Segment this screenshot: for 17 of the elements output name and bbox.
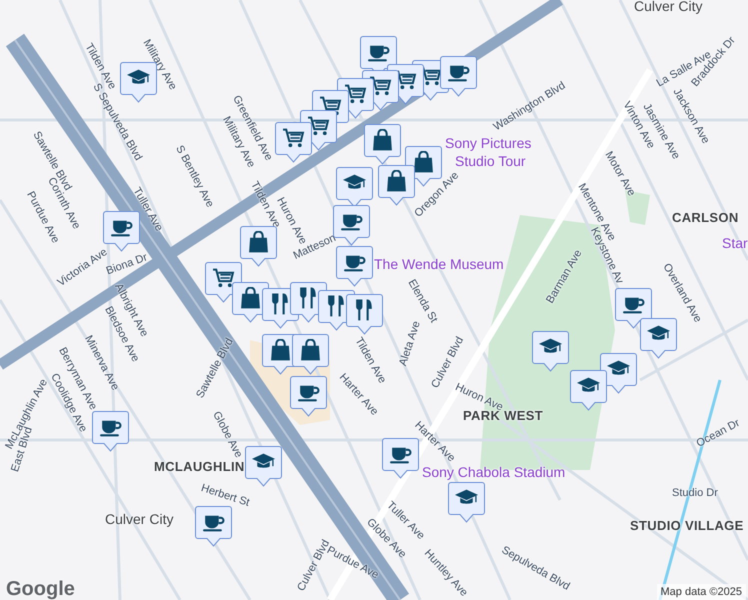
map-logo: Google (6, 577, 75, 600)
area-label: CARLSON (672, 211, 739, 224)
area-label: PARK WEST (463, 409, 543, 422)
street-label: Biona Dr (105, 252, 149, 278)
street-label: Aleta Ave (398, 320, 423, 368)
map-attribution: Map data ©2025 (656, 584, 746, 600)
landmark-label: Star (722, 236, 748, 250)
landmark-label: Sony Pictures (445, 136, 532, 150)
street-label: Globe Ave (210, 410, 244, 460)
landmark-label: Studio Tour (455, 154, 526, 168)
landmark-label: Sony Chabola Stadium (422, 465, 566, 479)
area-label: MCLAUGHLIN (154, 460, 245, 473)
landmark-label: The Wende Museum (374, 257, 504, 271)
street-label: Herbert St (200, 483, 251, 509)
area-label: Culver City (634, 0, 702, 13)
street-label: Ocean Dr (695, 418, 742, 450)
area-label: Culver City (105, 512, 174, 526)
